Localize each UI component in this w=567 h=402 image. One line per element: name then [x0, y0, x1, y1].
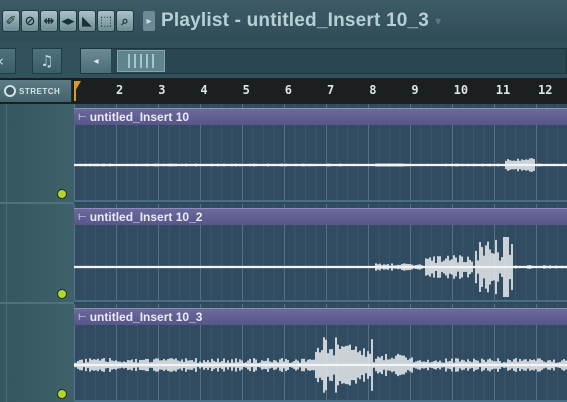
horizontal-scrollbar[interactable]: ◂ [80, 48, 567, 74]
slip-tool-button[interactable]: ⇹ [40, 10, 58, 32]
scroll-left-button[interactable]: ◂ [81, 49, 111, 73]
track-divider [0, 302, 74, 304]
pencil-tool-button[interactable]: ✐ [2, 10, 20, 32]
timeline-ruler[interactable]: 2 3 4 5 6 7 8 9 10 11 12 [74, 78, 567, 104]
clip-header[interactable]: ⊢ untitled_Insert 10 [74, 108, 567, 125]
clip-menu-icon[interactable]: ⊢ [78, 112, 87, 123]
zoom-icon: ⌕ [121, 13, 129, 29]
grip-line [128, 54, 130, 68]
playlist-titlebar: ✐ ⊘ ⇹ ◂▸ ◣ ⬚ ⌕ ▸ Playlist - untitled_Ins… [0, 0, 567, 42]
mute-tool-button[interactable]: ⊘ [21, 10, 39, 32]
stretch-label: STRETCH [19, 86, 61, 96]
pattern-selector-button[interactable]: ‹ [0, 48, 16, 74]
ruler-tick-9: 9 [411, 83, 419, 97]
clip-name: untitled_Insert 10 [89, 110, 190, 124]
select-tool-button[interactable]: ⬚ [97, 10, 115, 32]
chevron-left-icon: ‹ [0, 52, 4, 70]
slice-tool-button[interactable]: ◣ [78, 10, 96, 32]
grip-line [140, 54, 142, 68]
clip-menu-icon[interactable]: ⊢ [78, 312, 87, 323]
column-edge [6, 104, 7, 402]
grip-line [134, 54, 136, 68]
arrow-left-icon: ◂ [93, 55, 99, 67]
title-dropdown-icon[interactable]: ▾ [435, 14, 441, 28]
track-header-column [0, 104, 74, 402]
track-3[interactable]: ⊢ untitled_Insert 10_3 [74, 304, 567, 402]
ruler-tick-6: 6 [284, 83, 293, 97]
stretch-radio-icon [4, 85, 16, 97]
clip-menu-icon[interactable]: ⊢ [78, 212, 87, 223]
playlist-track-area[interactable]: ⊢ untitled_Insert 10 ⊢ untitled_Insert 1… [74, 104, 567, 402]
pencil-icon: ✐ [5, 13, 17, 29]
playlist-subtoolbar: ‹ ♫ ◂ [0, 42, 567, 78]
slip-icon: ⇹ [43, 13, 55, 29]
scroll-thumb[interactable] [117, 50, 165, 72]
track-3-activity-led[interactable] [58, 390, 66, 398]
window-title: Playlist - untitled_Insert 10_3 [161, 10, 430, 31]
playback-icon: ◂▸ [61, 13, 75, 29]
song-position-stem [74, 81, 76, 101]
ruler-tick-3: 3 [158, 83, 166, 97]
grip-line [146, 54, 148, 68]
audio-waveform [74, 158, 567, 172]
music-note-icon: ♫ [40, 52, 54, 70]
snap-note-button[interactable]: ♫ [32, 48, 62, 74]
ruler-tick-10: 10 [453, 83, 469, 97]
grip-line [152, 54, 154, 68]
clip-name: untitled_Insert 10_2 [89, 210, 203, 224]
ruler-tick-11: 11 [495, 83, 511, 97]
track-2[interactable]: ⊢ untitled_Insert 10_2 [74, 204, 567, 302]
track-divider [0, 202, 74, 204]
stretch-toggle[interactable]: STRETCH [0, 80, 72, 102]
clip-name: untitled_Insert 10_3 [89, 310, 203, 324]
track-1[interactable]: ⊢ untitled_Insert 10 [74, 104, 567, 202]
clip-header[interactable]: ⊢ untitled_Insert 10_2 [74, 208, 567, 225]
playback-tool-button[interactable]: ◂▸ [59, 10, 77, 32]
ruler-tick-7: 7 [327, 83, 335, 97]
select-icon: ⬚ [99, 13, 113, 29]
zoom-tool-button[interactable]: ⌕ [116, 10, 134, 32]
ruler-tick-8: 8 [369, 83, 377, 97]
audio-waveform [74, 337, 567, 393]
timeline-ruler-row: STRETCH 2 3 4 5 6 7 8 9 10 11 12 [0, 78, 567, 104]
clip-header[interactable]: ⊢ untitled_Insert 10_3 [74, 308, 567, 325]
ruler-tick-2: 2 [116, 83, 124, 97]
track-1-activity-led[interactable] [58, 190, 66, 198]
slice-icon: ◣ [82, 13, 92, 29]
mute-icon: ⊘ [24, 13, 36, 29]
ruler-tick-4: 4 [200, 83, 208, 97]
ruler-tick-5: 5 [242, 83, 250, 97]
play-arrow-icon: ▸ [143, 11, 155, 31]
ruler-tick-12: 12 [538, 83, 553, 97]
audio-waveform [74, 237, 567, 297]
track-2-activity-led[interactable] [58, 290, 66, 298]
